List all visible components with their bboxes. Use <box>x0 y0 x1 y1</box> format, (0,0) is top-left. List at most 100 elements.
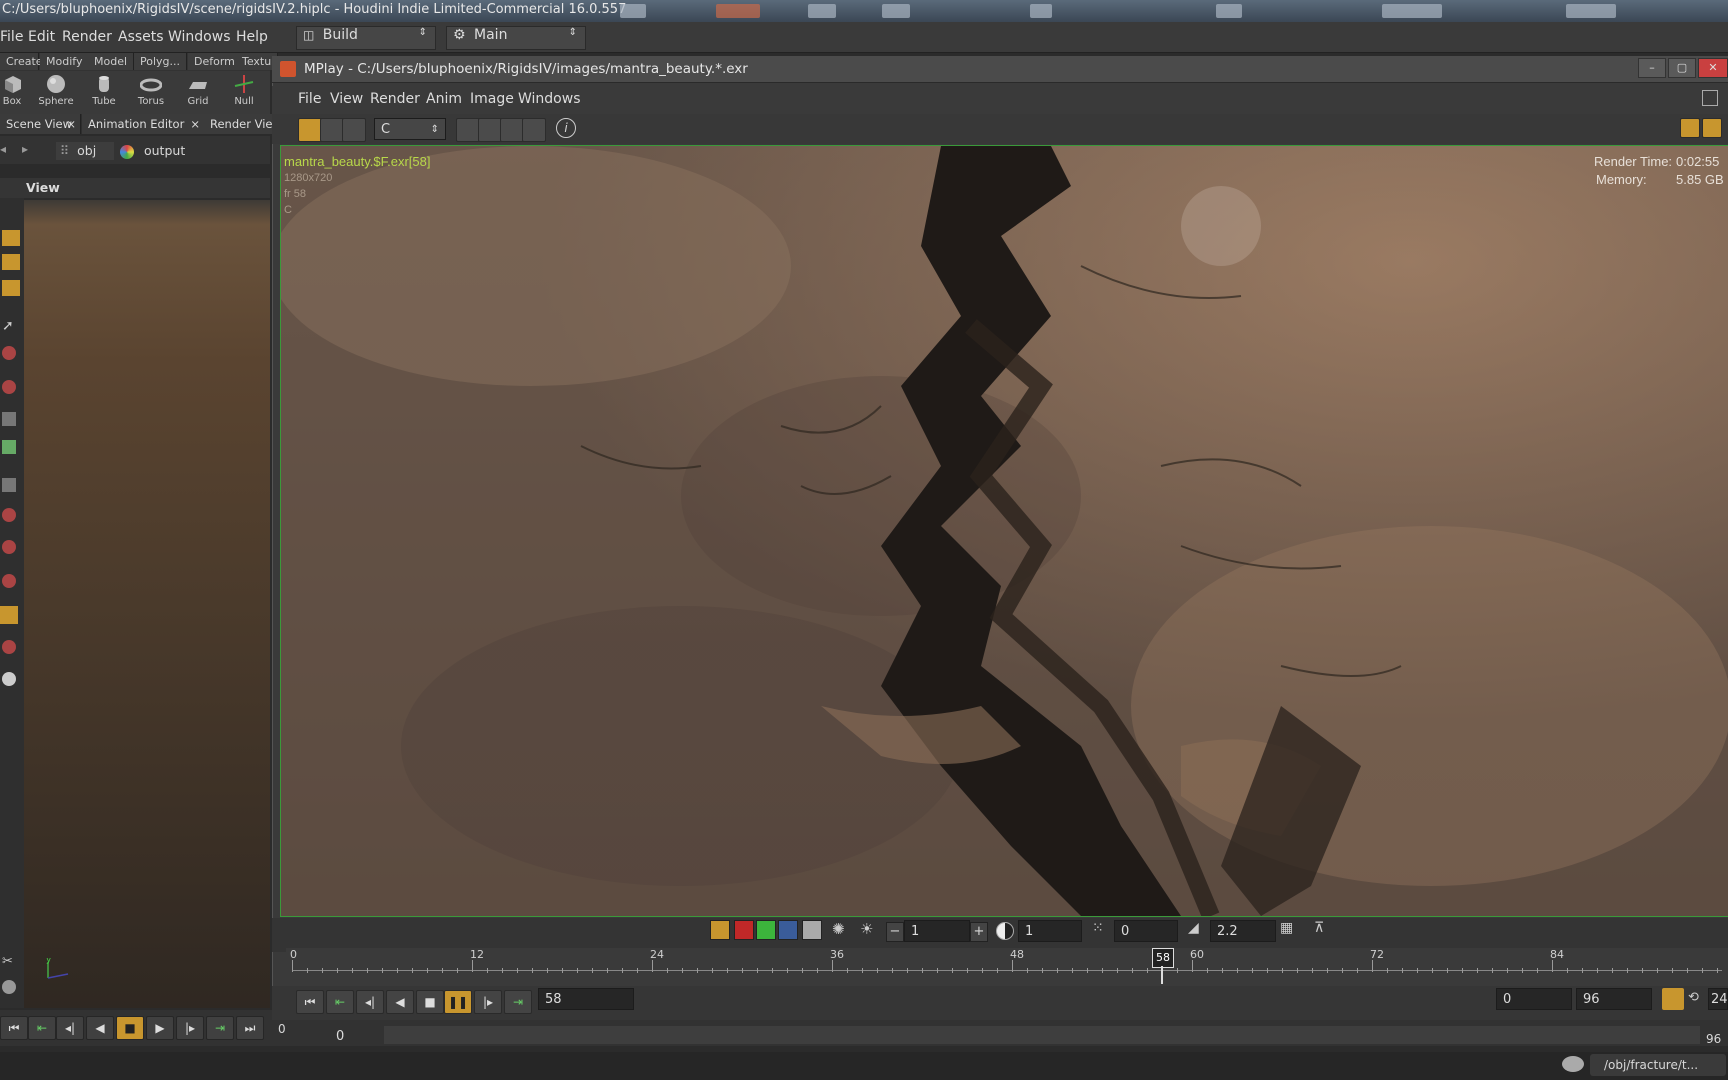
tool-torus[interactable]: Torus <box>131 72 171 107</box>
increment-button[interactable]: + <box>970 922 988 942</box>
tool-icon[interactable] <box>2 478 16 492</box>
tab-scene-view[interactable]: Scene View × <box>0 114 81 134</box>
status-path[interactable]: /obj/fracture/t... <box>1590 1054 1726 1076</box>
timeline-current-frame[interactable]: 58 <box>1152 948 1174 968</box>
back-icon[interactable]: ◂ <box>0 142 6 156</box>
shelf-tab-modify[interactable]: Modify <box>40 53 90 70</box>
jump-start-button[interactable]: ⏮ <box>0 1016 28 1040</box>
range-end-field[interactable]: 96 <box>1576 988 1652 1010</box>
alpha-channel-button[interactable] <box>802 920 822 940</box>
mplay-menu-render[interactable]: Render <box>370 91 420 107</box>
mp-key-back-button[interactable]: ⇤ <box>326 990 354 1014</box>
menu-render[interactable]: Render <box>62 29 112 45</box>
close-icon[interactable]: × <box>66 114 76 134</box>
tool-sphere[interactable]: Sphere <box>36 72 76 107</box>
shelf-tab-deform[interactable]: Deform <box>188 53 242 70</box>
houdini-timeline-bar[interactable] <box>384 1026 1700 1044</box>
info-icon[interactable]: i <box>556 118 576 138</box>
tool-icon[interactable] <box>2 440 16 454</box>
tool-icon[interactable] <box>2 980 16 994</box>
path-crumb-output[interactable]: output <box>118 142 238 160</box>
realtime-button[interactable] <box>1662 988 1684 1010</box>
mp-stop-button[interactable]: ■ <box>416 990 444 1014</box>
monitor-button[interactable] <box>342 118 366 142</box>
menu-edit[interactable]: Edit <box>28 29 55 45</box>
close-button[interactable]: ✕ <box>1698 58 1728 78</box>
home-button[interactable] <box>500 118 524 142</box>
render-image[interactable] <box>280 145 1728 917</box>
rgb-channel-button[interactable] <box>710 920 730 940</box>
mp-pause-button[interactable]: ❚❚ <box>444 990 472 1014</box>
magnet-icon[interactable] <box>2 346 16 360</box>
tool-null[interactable]: Null <box>224 72 264 107</box>
expand-icon[interactable] <box>1702 90 1718 106</box>
offset-field[interactable]: 0 <box>1114 920 1178 942</box>
tool-icon[interactable] <box>2 380 16 394</box>
step-back-button[interactable]: ◂| <box>56 1016 84 1040</box>
tool-icon[interactable] <box>2 672 16 686</box>
tool-tube[interactable]: Tube <box>84 72 124 107</box>
play-reverse-button[interactable]: ◀ <box>86 1016 114 1040</box>
mplay-menu-view[interactable]: View <box>330 91 363 107</box>
mp-step-back-button[interactable]: ◂| <box>356 990 384 1014</box>
scene-viewport[interactable] <box>24 200 270 1008</box>
zoom-out-button[interactable] <box>478 118 502 142</box>
range-start-field[interactable]: 0 <box>1496 988 1572 1010</box>
gamma-field[interactable]: 2.2 <box>1210 920 1276 942</box>
tool-icon[interactable] <box>2 508 16 522</box>
tab-animation-editor[interactable]: Animation Editor × <box>82 114 205 134</box>
mp-key-forward-button[interactable]: ⇥ <box>504 990 532 1014</box>
fit-icon[interactable]: ⊼ <box>1314 920 1324 936</box>
lut-icon[interactable]: ▦ <box>1280 920 1293 936</box>
shelf-tab-model[interactable]: Model <box>88 53 135 70</box>
green-channel-button[interactable] <box>756 920 776 940</box>
checker-button[interactable] <box>1680 118 1700 138</box>
jump-end-button[interactable]: ⏭ <box>236 1016 264 1040</box>
tool-box[interactable]: Box <box>0 72 32 107</box>
menu-assets[interactable]: Assets <box>118 29 164 45</box>
select-tool-icon[interactable] <box>2 230 20 246</box>
stop-button[interactable]: ■ <box>116 1016 144 1040</box>
minimize-button[interactable]: – <box>1638 58 1666 78</box>
mp-frame-field[interactable]: 58 <box>538 988 634 1010</box>
mp-jump-start-button[interactable]: ⏮ <box>296 990 324 1014</box>
tool-icon[interactable] <box>2 412 16 426</box>
tab-render-view[interactable]: Render View <box>204 114 277 134</box>
tool-icon[interactable]: ✂ <box>2 954 16 969</box>
handle-tool-icon[interactable] <box>2 280 20 296</box>
tool-icon[interactable] <box>2 640 16 654</box>
desktop-select[interactable]: ◫ Build ⇕ <box>296 26 436 50</box>
close-icon[interactable]: × <box>190 114 200 134</box>
timeline-cursor[interactable] <box>1161 966 1163 984</box>
red-channel-button[interactable] <box>734 920 754 940</box>
tool-icon[interactable] <box>0 606 18 624</box>
chat-icon[interactable] <box>1562 1056 1584 1072</box>
current-frame-field[interactable]: 0 <box>330 1028 374 1046</box>
mp-play-reverse-button[interactable]: ◀ <box>386 990 414 1014</box>
key-forward-button[interactable]: ⇥ <box>206 1016 234 1040</box>
key-back-button[interactable]: ⇤ <box>28 1016 56 1040</box>
loop-icon[interactable]: ⟲ <box>1688 990 1699 1005</box>
maximize-button[interactable]: ▢ <box>1668 58 1696 78</box>
tool-grid[interactable]: Grid <box>178 72 218 107</box>
shelf-tab-polygon[interactable]: Polyg... <box>134 53 188 70</box>
tool-icon[interactable] <box>2 574 16 588</box>
pan-button[interactable] <box>522 118 546 142</box>
list-options-button[interactable] <box>320 118 344 142</box>
tool-icon[interactable] <box>2 540 16 554</box>
step-forward-button[interactable]: |▸ <box>176 1016 204 1040</box>
path-crumb-obj[interactable]: ⠿ obj <box>56 142 114 160</box>
menu-help[interactable]: Help <box>236 29 268 45</box>
display-options-button[interactable] <box>298 118 322 142</box>
mplay-menu-file[interactable]: File <box>298 91 321 107</box>
menu-windows[interactable]: Windows <box>168 29 231 45</box>
blue-channel-button[interactable] <box>778 920 798 940</box>
decrement-button[interactable]: − <box>886 922 904 942</box>
menu-file[interactable]: File <box>0 29 23 45</box>
context-select[interactable]: ⚙ Main ⇕ <box>446 26 586 50</box>
shelf-tab-create[interactable]: Create <box>0 53 43 70</box>
mplay-menu-anim[interactable]: Anim <box>426 91 462 107</box>
gamma-multiplier-field[interactable]: 1 <box>1018 920 1082 942</box>
exposure-step-field[interactable]: 1 <box>904 920 970 942</box>
channel-select[interactable]: C ⇕ <box>374 118 446 140</box>
